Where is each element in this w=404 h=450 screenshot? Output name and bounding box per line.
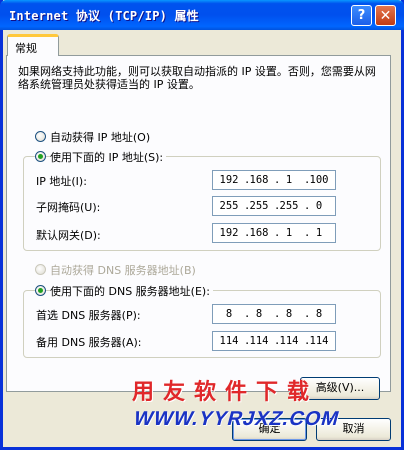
intro-text: 如果网络支持此功能，则可以获取自动指派的 IP 设置。否则，您需要从网络系统管理… — [18, 65, 376, 91]
help-icon[interactable]: ? — [351, 5, 372, 26]
ip-address-input[interactable]: 192. 168. 1. 100 — [212, 170, 336, 190]
window-title: Internet 协议 (TCP/IP) 属性 — [9, 9, 199, 23]
subnet-mask-input[interactable]: 255. 255. 255. 0 — [212, 196, 336, 216]
default-gateway-input[interactable]: 192. 168. 1. 1 — [212, 223, 336, 243]
alternate-dns-label: 备用 DNS 服务器(A): — [36, 336, 142, 349]
title-bar[interactable]: Internet 协议 (TCP/IP) 属性 ? ✕ — [0, 0, 404, 30]
radio-auto-dns-label[interactable]: 自动获得 DNS 服务器地址(B) — [50, 262, 196, 278]
radio-auto-ip-label[interactable]: 自动获得 IP 地址(O) — [50, 129, 150, 145]
close-icon[interactable]: ✕ — [375, 5, 396, 26]
radio-auto-dns[interactable] — [35, 264, 46, 275]
radio-auto-ip[interactable] — [35, 131, 46, 142]
radio-manual-dns[interactable] — [35, 285, 46, 296]
ip-address-label: IP 地址(I): — [36, 175, 87, 188]
alternate-dns-input[interactable]: 114. 114. 114. 114 — [212, 331, 336, 351]
default-gateway-label: 默认网关(D): — [36, 229, 101, 242]
advanced-button[interactable]: 高级(V)... — [300, 377, 380, 400]
tab-general[interactable]: 常规 — [7, 34, 59, 56]
ok-button[interactable]: 确定 — [232, 418, 307, 441]
radio-manual-ip-label[interactable]: 使用下面的 IP 地址(S): — [50, 149, 167, 165]
radio-manual-dns-label[interactable]: 使用下面的 DNS 服务器地址(E): — [50, 283, 213, 299]
preferred-dns-input[interactable]: 8. 8. 8. 8 — [212, 304, 336, 324]
radio-manual-ip[interactable] — [35, 151, 46, 162]
cancel-button[interactable]: 取消 — [316, 418, 391, 441]
subnet-mask-label: 子网掩码(U): — [36, 201, 101, 214]
preferred-dns-label: 首选 DNS 服务器(P): — [36, 309, 141, 322]
